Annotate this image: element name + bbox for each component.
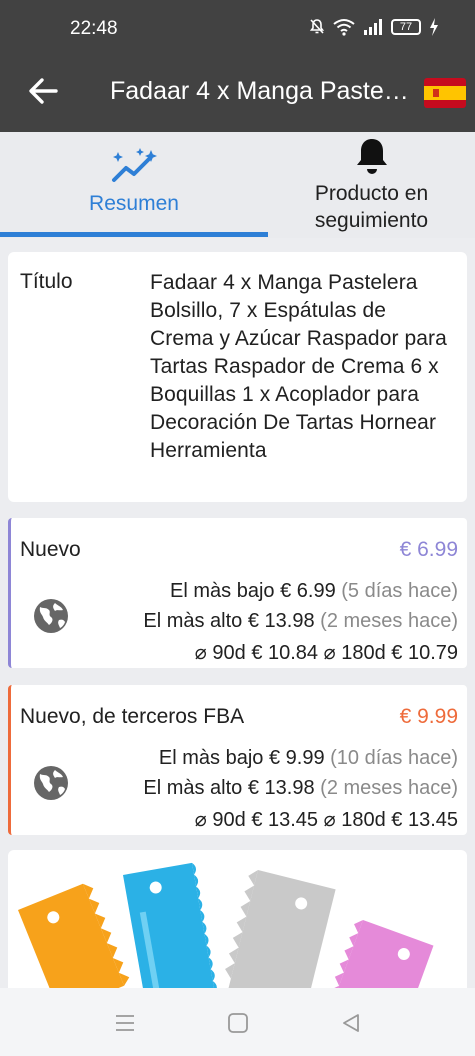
highest-value: € 13.98 bbox=[247, 777, 315, 799]
bell-icon bbox=[356, 139, 387, 174]
average-row: ⌀ 90d € 10.84 ⌀ 180d € 10.79 bbox=[195, 640, 458, 665]
avg180-label: ⌀ 180d bbox=[323, 809, 386, 831]
average-row: ⌀ 90d € 13.45 ⌀ 180d € 13.45 bbox=[195, 807, 458, 832]
tab-bar: Resumen Producto en seguimiento bbox=[0, 132, 475, 238]
lowest-value: € 6.99 bbox=[280, 580, 336, 602]
lowest-value: € 9.99 bbox=[268, 747, 325, 769]
lowest-when: (5 días hace) bbox=[341, 580, 458, 602]
product-image-card[interactable] bbox=[8, 850, 467, 988]
app-bar: Fadaar 4 x Manga Pastelera Bolsillo, 7 x… bbox=[0, 60, 475, 132]
avg90-label: ⌀ 90d bbox=[194, 642, 246, 664]
condition-label: Nuevo, de terceros FBA bbox=[20, 705, 245, 728]
globe-icon bbox=[34, 766, 68, 800]
tab-resumen[interactable]: Resumen bbox=[0, 132, 268, 238]
avg90-label: ⌀ 90d bbox=[194, 809, 246, 831]
highest-label: El màs alto bbox=[143, 610, 243, 632]
lowest-row: El màs bajo € 6.99 (5 días hace) bbox=[170, 580, 458, 603]
highest-when: (2 meses hace) bbox=[320, 610, 458, 632]
avg90-value: € 13.45 bbox=[251, 809, 319, 831]
avg180-label: ⌀ 180d bbox=[323, 642, 386, 664]
title-card: Título Fadaar 4 x Manga Pastelera Bolsil… bbox=[8, 252, 467, 502]
status-time: 22:48 bbox=[70, 18, 118, 39]
charging-icon bbox=[430, 18, 438, 36]
current-price: € 6.99 bbox=[399, 538, 458, 561]
back-triangle-icon[interactable] bbox=[338, 1010, 364, 1036]
mute-bell-icon bbox=[309, 19, 325, 34]
trend-sparkle-icon bbox=[112, 148, 157, 182]
home-square-icon[interactable] bbox=[225, 1010, 251, 1036]
current-price: € 9.99 bbox=[399, 705, 458, 728]
battery-level: 77 bbox=[399, 20, 413, 33]
price-card-fba[interactable]: Nuevo, de terceros FBA € 9.99 El màs baj… bbox=[8, 685, 467, 835]
tab-producto-seguimiento-label: Producto en seguimiento bbox=[314, 182, 429, 232]
tab-producto-seguimiento[interactable]: Producto en seguimiento bbox=[268, 132, 475, 238]
price-card-nuevo[interactable]: Nuevo € 6.99 El màs bajo € 6.99 (5 días … bbox=[8, 518, 467, 668]
status-bar: 22:48 77 bbox=[0, 0, 475, 60]
highest-value: € 13.98 bbox=[247, 610, 315, 632]
avg180-value: € 13.45 bbox=[391, 809, 458, 831]
globe-icon bbox=[34, 599, 68, 633]
title-key: Título bbox=[20, 270, 73, 293]
highest-row: El màs alto € 13.98 (2 meses hace) bbox=[143, 610, 458, 633]
page-title: Fadaar 4 x Manga Pastelera Bolsillo, 7 x… bbox=[110, 77, 410, 105]
main-content[interactable]: Título Fadaar 4 x Manga Pastelera Bolsil… bbox=[0, 238, 475, 988]
tab-indicator bbox=[0, 232, 268, 237]
spain-flag-icon[interactable] bbox=[424, 78, 466, 108]
lowest-label: El màs bajo bbox=[170, 580, 275, 602]
tab-resumen-label: Resumen bbox=[89, 192, 179, 215]
highest-when: (2 meses hace) bbox=[320, 777, 458, 799]
product-image bbox=[18, 862, 434, 988]
system-nav-bar bbox=[0, 988, 475, 1056]
avg90-value: € 10.84 bbox=[251, 642, 319, 664]
lowest-label: El màs bajo bbox=[158, 747, 264, 769]
signal-icon bbox=[364, 19, 382, 35]
wifi-icon bbox=[333, 19, 355, 36]
avg180-value: € 10.79 bbox=[391, 642, 458, 664]
arrow-left-icon[interactable] bbox=[26, 74, 60, 108]
highest-label: El màs alto bbox=[143, 777, 243, 799]
condition-label: Nuevo bbox=[20, 538, 81, 561]
title-value: Fadaar 4 x Manga Pastelera Bolsillo, 7 x… bbox=[150, 271, 447, 462]
highest-row: El màs alto € 13.98 (2 meses hace) bbox=[143, 777, 458, 800]
lowest-when: (10 días hace) bbox=[330, 747, 458, 769]
lowest-row: El màs bajo € 9.99 (10 días hace) bbox=[159, 747, 458, 770]
status-icons: 77 bbox=[309, 18, 439, 36]
menu-icon[interactable] bbox=[112, 1010, 138, 1036]
battery-icon: 77 bbox=[391, 19, 421, 35]
